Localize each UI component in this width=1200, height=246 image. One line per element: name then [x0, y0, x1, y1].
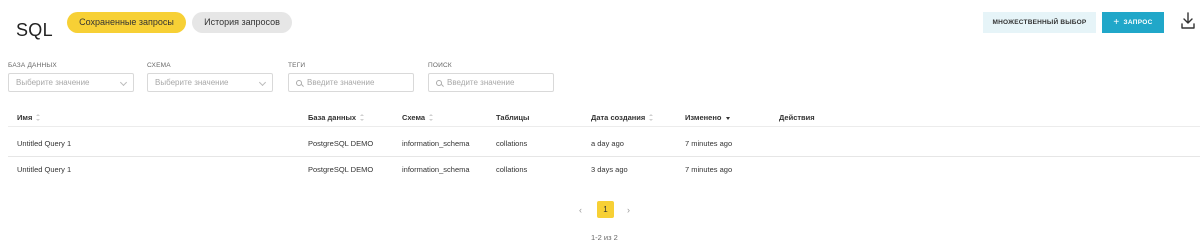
sort-icon — [429, 114, 434, 121]
tags-filter-placeholder: Введите значение — [307, 78, 375, 87]
cell-tables: collations — [496, 139, 528, 148]
cell-schema: information_schema — [402, 139, 470, 148]
cell-created: a day ago — [591, 139, 624, 148]
page-header: SQL Сохраненные запросы История запросов… — [0, 0, 1200, 50]
database-filter-placeholder: Выберите значение — [16, 78, 90, 87]
table-header-divider — [8, 126, 1200, 127]
tab-saved-queries[interactable]: Сохраненные запросы — [67, 12, 186, 33]
multi-select-button[interactable]: МНОЖЕСТВЕННЫЙ ВЫБОР — [983, 12, 1096, 33]
search-input[interactable]: Введите значение — [428, 73, 554, 92]
cell-name[interactable]: Untitled Query 1 — [17, 139, 71, 148]
new-query-button[interactable]: + ЗАПРОС — [1102, 12, 1164, 33]
tags-filter-label: ТЕГИ — [288, 62, 306, 69]
sort-icon — [649, 114, 654, 121]
search-icon — [296, 80, 302, 86]
column-header-tables: Таблицы — [496, 113, 530, 122]
tab-query-history[interactable]: История запросов — [192, 12, 292, 33]
download-icon[interactable] — [1180, 12, 1196, 30]
column-header-modified[interactable]: Изменено — [685, 113, 731, 122]
chevron-down-icon — [258, 78, 267, 87]
tags-filter-input[interactable]: Введите значение — [288, 73, 414, 92]
cell-tables: collations — [496, 165, 528, 174]
pagination-prev-button[interactable]: ‹ — [579, 205, 582, 215]
chevron-down-icon — [119, 78, 128, 87]
plus-icon: + — [1113, 17, 1120, 28]
sort-descending-icon — [726, 117, 731, 120]
pagination-page-1[interactable]: 1 — [597, 201, 614, 218]
cell-database: PostgreSQL DEMO — [308, 139, 374, 148]
new-query-label: ЗАПРОС — [1123, 19, 1153, 26]
row-divider — [8, 156, 1200, 157]
cell-name[interactable]: Untitled Query 1 — [17, 165, 71, 174]
column-header-created[interactable]: Дата создания — [591, 113, 654, 122]
schema-filter-label: СХЕМА — [147, 62, 171, 69]
pagination-summary: 1-2 из 2 — [591, 233, 618, 242]
cell-created: 3 days ago — [591, 165, 628, 174]
page-title: SQL — [16, 20, 53, 40]
database-filter-select[interactable]: Выберите значение — [8, 73, 134, 92]
schema-filter-select[interactable]: Выберите значение — [147, 73, 273, 92]
sort-icon — [360, 114, 365, 121]
search-filter-label: ПОИСК — [428, 62, 452, 69]
cell-database: PostgreSQL DEMO — [308, 165, 374, 174]
column-header-schema[interactable]: Схема — [402, 113, 434, 122]
search-filter-placeholder: Введите значение — [447, 78, 515, 87]
search-icon — [436, 80, 442, 86]
sort-icon — [36, 114, 41, 121]
schema-filter-placeholder: Выберите значение — [155, 78, 229, 87]
column-header-name[interactable]: Имя — [17, 113, 41, 122]
pagination-next-button[interactable]: › — [627, 205, 630, 215]
cell-modified: 7 minutes ago — [685, 139, 733, 148]
database-filter-label: БАЗА ДАННЫХ — [8, 62, 57, 69]
column-header-actions: Действия — [779, 113, 815, 122]
cell-schema: information_schema — [402, 165, 470, 174]
cell-modified: 7 minutes ago — [685, 165, 733, 174]
column-header-database[interactable]: База данных — [308, 113, 365, 122]
